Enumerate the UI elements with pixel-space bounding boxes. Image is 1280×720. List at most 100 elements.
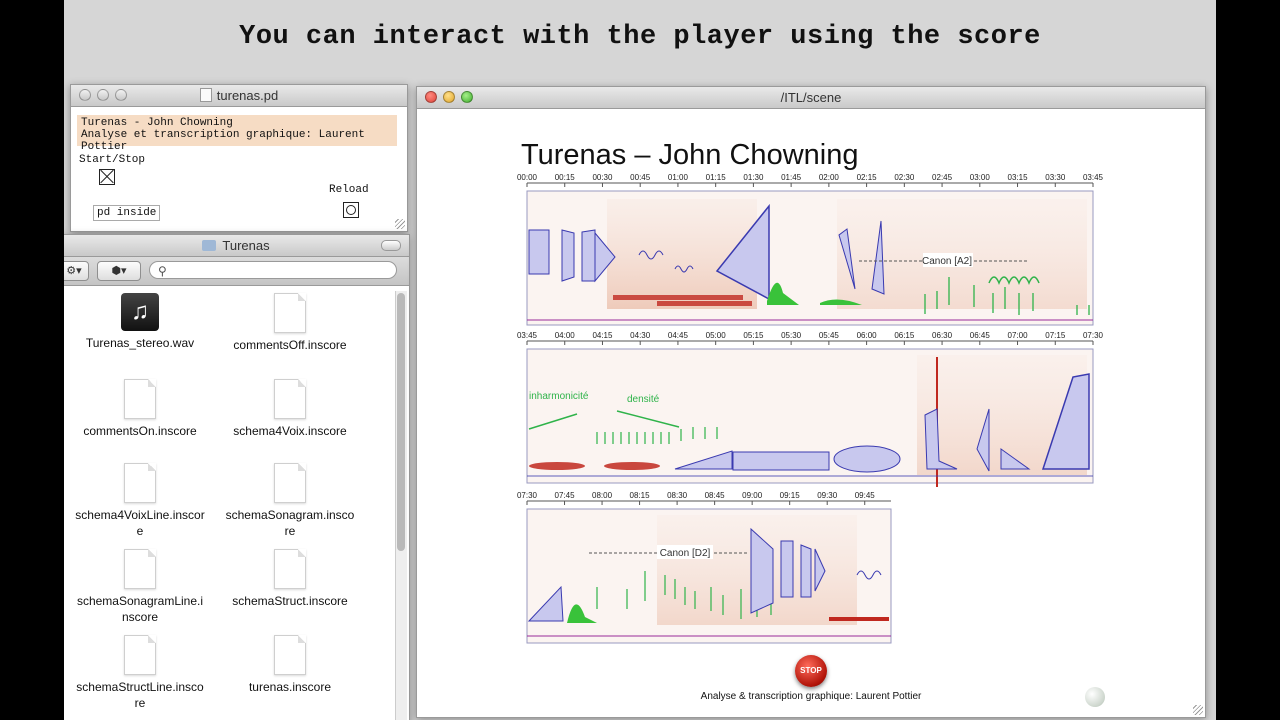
pd-window-title: turenas.pd (216, 88, 279, 103)
file-name: commentsOff.inscore (233, 338, 347, 352)
search-field[interactable]: ⚲ (149, 261, 397, 279)
file-name: schemaSonagramLine.inscore (76, 594, 204, 624)
decorative-ball (1085, 687, 1105, 707)
letterbox-left (0, 0, 64, 720)
time-tick-label: 07:30 (517, 491, 538, 500)
time-tick-label: 09:15 (780, 491, 801, 500)
time-tick-label: 09:45 (855, 491, 876, 500)
document-icon (274, 549, 306, 589)
action-menu-button[interactable]: ⚙▾ (64, 261, 89, 281)
blue-shape (833, 445, 901, 473)
time-tick-label: 04:00 (555, 331, 576, 340)
zoom-button[interactable] (461, 91, 473, 103)
time-tick-label: 04:45 (668, 331, 689, 340)
dropbox-menu-button[interactable]: ⬢▾ (97, 261, 141, 281)
minimize-button[interactable] (443, 91, 455, 103)
file-item[interactable]: turenas.inscore (215, 635, 365, 695)
file-item[interactable]: commentsOn.inscore (65, 379, 215, 439)
time-tick-label: 06:00 (857, 331, 878, 340)
scene-window-title: /ITL/scene (780, 90, 842, 105)
music-file-icon: ♫ (121, 293, 159, 331)
densite-label: densité (627, 394, 660, 405)
time-tick-label: 02:45 (932, 173, 953, 182)
time-tick-label: 09:00 (742, 491, 763, 500)
timeline-bar (527, 319, 1093, 321)
score-canvas[interactable]: Turenas – John Chowning 00:00 00:15 00:30 0… (417, 109, 1205, 717)
score-system-1[interactable]: 00:00 00:15 00:30 00:45 01:00 01:15 01:30 01:45… (517, 173, 1104, 326)
pd-comment-line1: Turenas - John Chowning (81, 117, 233, 129)
file-item[interactable]: schemaStruct.inscore (215, 549, 365, 609)
time-tick-label: 02:15 (857, 173, 878, 182)
file-name: schemaStruct.inscore (232, 594, 348, 608)
file-name: schemaSonagram.inscore (225, 508, 355, 538)
blue-shape (732, 451, 830, 471)
scene-titlebar[interactable]: /ITL/scene (417, 87, 1205, 109)
file-item[interactable]: commentsOff.inscore (215, 293, 365, 353)
file-item[interactable]: schemaSonagramLine.inscore (75, 549, 205, 625)
file-name: schema4VoixLine.inscore (75, 508, 205, 538)
document-icon (274, 293, 306, 333)
time-tick-label: 05:15 (743, 331, 764, 340)
time-tick-label: 01:45 (781, 173, 802, 182)
finder-title: Turenas (222, 238, 270, 253)
file-item[interactable]: schemaStructLine.inscore (75, 635, 205, 711)
red-bar (829, 617, 889, 621)
file-name: schema4Voix.inscore (233, 424, 347, 438)
score-system-3[interactable]: 07:30 07:45 08:00 08:15 08:30 08:45 09:00 09:15… (517, 491, 892, 644)
time-tick-label: 01:15 (706, 173, 727, 182)
start-stop-toggle[interactable] (99, 169, 115, 185)
system-2-ticks: 03:45 04:00 04:15 04:30 04:45 05:00 05:15 05:30… (517, 331, 1104, 345)
blue-shape (780, 540, 794, 598)
red-bar (657, 301, 752, 306)
folder-icon (202, 240, 217, 251)
time-tick-label: 05:00 (706, 331, 727, 340)
time-tick-label: 07:00 (1008, 331, 1029, 340)
window-controls (425, 91, 473, 103)
letterbox-right (1216, 0, 1280, 720)
desktop: You can interact with the player using t… (64, 0, 1216, 720)
zoom-button[interactable] (115, 89, 127, 101)
close-button[interactable] (79, 89, 91, 101)
window-controls (79, 89, 127, 101)
minimize-button[interactable] (97, 89, 109, 101)
time-tick-label: 02:00 (819, 173, 840, 182)
file-name: turenas.inscore (248, 680, 332, 694)
time-tick-label: 05:45 (819, 331, 840, 340)
canon-a2-label: Canon [A2] (922, 256, 972, 267)
pd-comment-line2: Analyse et transcription graphique: Laur… (81, 129, 365, 153)
finder-titlebar[interactable]: Turenas (64, 235, 409, 257)
file-name: schemaStructLine.inscore (76, 680, 204, 710)
time-tick-label: 06:30 (932, 331, 953, 340)
time-tick-label: 03:45 (517, 331, 538, 340)
resize-grip[interactable] (1193, 705, 1203, 715)
score-system-2[interactable]: 03:45 04:00 04:15 04:30 04:45 05:00 05:15 05:30… (517, 331, 1104, 487)
reload-label: Reload (329, 184, 369, 196)
file-item[interactable]: schema4Voix.inscore (215, 379, 365, 439)
document-icon (274, 463, 306, 503)
reload-bang[interactable] (343, 202, 359, 218)
time-tick-label: 00:45 (630, 173, 651, 182)
time-tick-label: 06:45 (970, 331, 991, 340)
file-item[interactable]: ♫ Turenas_stereo.wav (65, 293, 215, 351)
scrollbar-thumb[interactable] (397, 293, 405, 551)
system-1-ticks: 00:00 00:15 00:30 00:45 01:00 01:15 01:30 01:45… (517, 173, 1104, 187)
blue-shape (561, 229, 575, 282)
toolbar-toggle-button[interactable] (381, 240, 401, 251)
document-icon (124, 379, 156, 419)
score-graphics[interactable]: 00:00 00:15 00:30 00:45 01:00 01:15 01:30 01:45… (417, 109, 1205, 649)
close-button[interactable] (425, 91, 437, 103)
time-tick-label: 03:30 (1045, 173, 1066, 182)
file-item[interactable]: schemaSonagram.inscore (225, 463, 355, 539)
file-item[interactable]: schema4VoixLine.inscore (75, 463, 205, 539)
time-tick-label: 03:15 (1008, 173, 1029, 182)
pd-titlebar[interactable]: turenas.pd (71, 85, 407, 107)
time-tick-label: 01:30 (743, 173, 764, 182)
resize-grip[interactable] (395, 219, 405, 229)
stop-button[interactable]: STOP (795, 655, 827, 687)
time-tick-label: 00:00 (517, 173, 538, 182)
time-tick-label: 07:30 (1083, 331, 1104, 340)
document-icon (124, 635, 156, 675)
pd-inside-object[interactable]: pd inside (93, 205, 161, 221)
vertical-scrollbar[interactable] (395, 291, 407, 720)
file-grid: ♫ Turenas_stereo.wav commentsOff.inscore… (64, 287, 393, 720)
